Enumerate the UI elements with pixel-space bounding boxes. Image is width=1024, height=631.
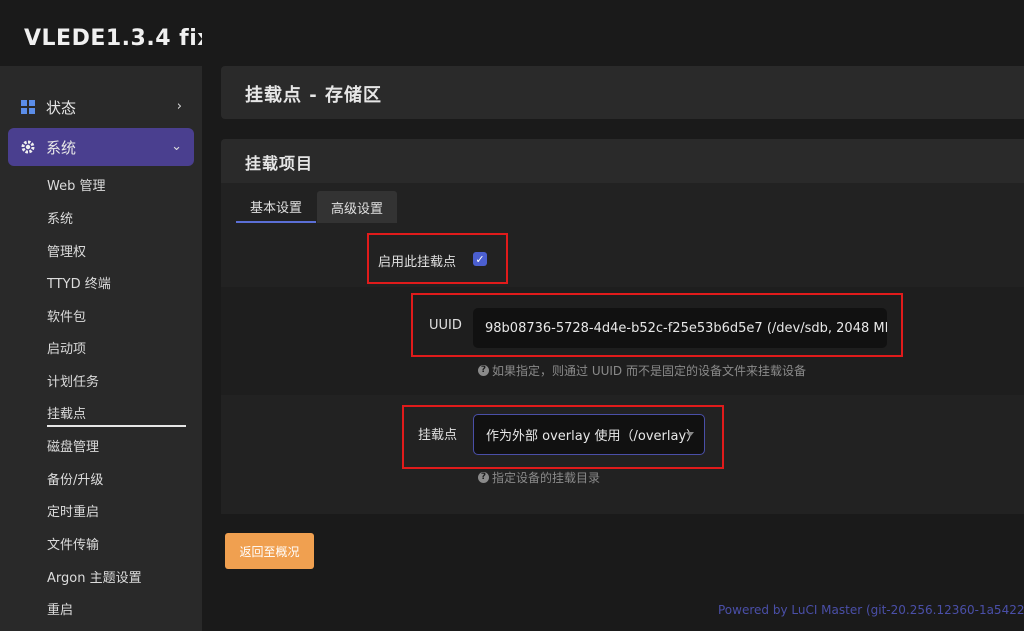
tab-advanced-settings[interactable]: 高级设置: [317, 191, 397, 223]
sidebar-item-system[interactable]: 系统 ⌄: [8, 128, 194, 166]
sidebar-subitem-reboot-schedule[interactable]: 定时重启: [47, 501, 99, 520]
sidebar-subitem-startup[interactable]: 启动项: [47, 338, 86, 357]
sidebar-subitem-admin[interactable]: 管理权: [47, 241, 86, 260]
sidebar-subitem-backup[interactable]: 备份/升级: [47, 469, 103, 488]
question-icon: ?: [478, 472, 489, 483]
sidebar-subitem-disk[interactable]: 磁盘管理: [47, 436, 99, 455]
sidebar-subitem-reboot[interactable]: 重启: [47, 599, 73, 618]
mountpoint-hint-text: 指定设备的挂载目录: [492, 471, 601, 485]
sidebar-subitem-ttyd[interactable]: TTYD 终端: [47, 273, 111, 292]
form-row-enable: [221, 223, 1024, 287]
sidebar-subitem-argon[interactable]: Argon 主题设置: [47, 567, 142, 586]
tab-basic-settings[interactable]: 基本设置: [236, 191, 316, 223]
section-title: 挂载项目: [245, 154, 314, 173]
footer-link[interactable]: Powered by LuCI Master (git-20.256.12360…: [718, 603, 1024, 617]
dashboard-icon: [21, 100, 35, 114]
uuid-hint: ? 如果指定，则通过 UUID 而不是固定的设备文件来挂载设备: [478, 362, 806, 379]
back-to-overview-button[interactable]: 返回至概况: [225, 533, 314, 569]
chevron-down-icon: ⌄: [171, 139, 182, 154]
active-indicator: [47, 425, 186, 427]
brand-logo[interactable]: VLEDE1.3.4 fix2: [24, 26, 228, 51]
page-title: 挂载点 - 存储区: [245, 85, 383, 106]
uuid-hint-text: 如果指定，则通过 UUID 而不是固定的设备文件来挂载设备: [492, 364, 806, 378]
highlight-mountpoint: [402, 405, 724, 469]
highlight-uuid: [411, 293, 903, 357]
sidebar-item-label: 状态: [46, 98, 77, 117]
page-title-bar: 挂载点 - 存储区: [221, 66, 1024, 119]
sidebar-subitem-system[interactable]: 系统: [47, 208, 73, 227]
sidebar-item-label: 系统: [46, 138, 77, 157]
footer: Powered by LuCI Master (git-20.256.12360…: [718, 603, 1024, 617]
sidebar-subitem-crontab[interactable]: 计划任务: [47, 371, 99, 390]
section-header: 挂载项目: [221, 139, 1024, 183]
mountpoint-hint: ? 指定设备的挂载目录: [478, 469, 600, 486]
sidebar-subitem-mounts[interactable]: 挂载点: [47, 403, 86, 422]
sidebar-subitem-filetransfer[interactable]: 文件传输: [47, 534, 99, 553]
sidebar-subitem-web[interactable]: Web 管理: [47, 175, 105, 194]
sidebar: VLEDE1.3.4 fix2 状态 › 系统 ⌄ Web 管理 系统 管理权 …: [0, 0, 227, 631]
gear-icon: [21, 140, 35, 154]
highlight-enable: [367, 233, 508, 284]
sidebar-item-status[interactable]: 状态 ›: [8, 88, 194, 126]
brand-header: VLEDE1.3.4 fix2: [0, 0, 227, 66]
sidebar-subitem-packages[interactable]: 软件包: [47, 306, 86, 325]
question-icon: ?: [478, 365, 489, 376]
chevron-right-icon: ›: [176, 99, 182, 114]
